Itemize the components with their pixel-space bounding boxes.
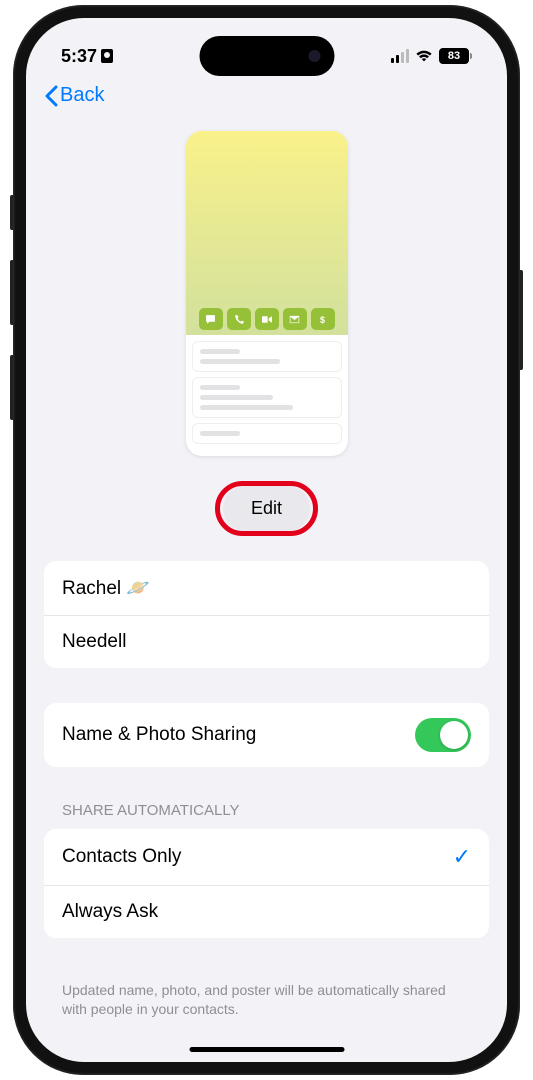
svg-text:$: $ [320,314,325,324]
sharing-toggle[interactable] [415,718,471,752]
sharing-row: Name & Photo Sharing [44,703,489,767]
screen: 5:37 83 [26,18,507,1062]
share-option-contacts-only[interactable]: Contacts Only ✓ [44,829,489,886]
share-auto-group: Contacts Only ✓ Always Ask [44,829,489,938]
option-label: Always Ask [62,901,158,923]
chevron-left-icon [44,85,58,107]
battery-indicator: 83 [439,48,472,64]
battery-percent: 83 [448,50,460,62]
phone-icon [227,308,251,330]
contact-poster-preview: $ [186,131,348,456]
first-name-field[interactable]: Rachel 🪐 [44,561,489,616]
wifi-icon [415,49,433,63]
share-auto-footer: Updated name, photo, and poster will be … [44,973,489,1027]
last-name-value: Needell [62,631,126,653]
sharing-label: Name & Photo Sharing [62,724,256,746]
nav-bar: Back [26,78,507,113]
share-auto-header: SHARE AUTOMATICALLY [44,802,489,829]
home-indicator[interactable] [189,1047,344,1052]
message-icon [199,308,223,330]
back-button[interactable]: Back [44,84,104,107]
back-label: Back [60,84,104,107]
time-label: 5:37 [61,46,97,67]
phone-frame: 5:37 83 [13,5,520,1075]
poster-section: $ [44,113,489,561]
orientation-lock-icon [101,49,113,63]
last-name-field[interactable]: Needell [44,616,489,668]
pay-icon: $ [311,308,335,330]
option-label: Contacts Only [62,846,181,868]
mail-icon [283,308,307,330]
sharing-group: Name & Photo Sharing [44,703,489,767]
checkmark-icon: ✓ [453,844,471,870]
share-option-always-ask[interactable]: Always Ask [44,886,489,938]
video-icon [255,308,279,330]
signal-icon [391,49,409,63]
edit-button[interactable]: Edit [223,486,310,531]
first-name-value: Rachel 🪐 [62,576,150,600]
name-group: Rachel 🪐 Needell [44,561,489,668]
content-area[interactable]: $ [26,113,507,1062]
dynamic-island [199,36,334,76]
